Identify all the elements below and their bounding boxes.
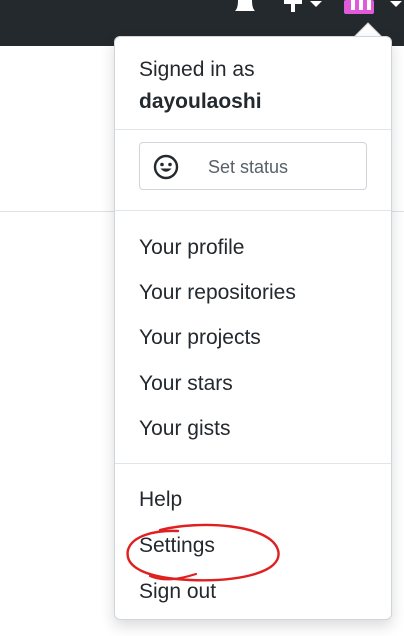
menu-item-your-projects[interactable]: Your projects xyxy=(139,325,261,351)
signed-in-label: Signed in as xyxy=(139,58,255,81)
dropdown-caret-icon xyxy=(352,22,384,37)
avatar[interactable] xyxy=(340,0,380,16)
divider xyxy=(115,210,391,211)
menu-item-your-stars[interactable]: Your stars xyxy=(139,371,233,397)
annotation-circle xyxy=(126,523,280,582)
bell-icon[interactable] xyxy=(232,0,258,14)
menu-item-your-repositories[interactable]: Your repositories xyxy=(139,280,296,306)
username: dayoulaoshi xyxy=(139,90,262,113)
divider xyxy=(115,463,391,464)
caret-down-icon[interactable] xyxy=(384,0,404,14)
plus-icon[interactable] xyxy=(282,0,326,14)
smiley-icon xyxy=(153,154,179,180)
menu-item-your-gists[interactable]: Your gists xyxy=(139,416,230,442)
page: Signed in as dayoulaoshi Set status Your… xyxy=(0,0,404,636)
set-status-button[interactable]: Set status xyxy=(139,142,367,190)
set-status-label: Set status xyxy=(208,157,289,177)
menu-item-help[interactable]: Help xyxy=(139,487,182,513)
divider xyxy=(115,129,391,130)
menu-item-your-profile[interactable]: Your profile xyxy=(139,235,244,261)
